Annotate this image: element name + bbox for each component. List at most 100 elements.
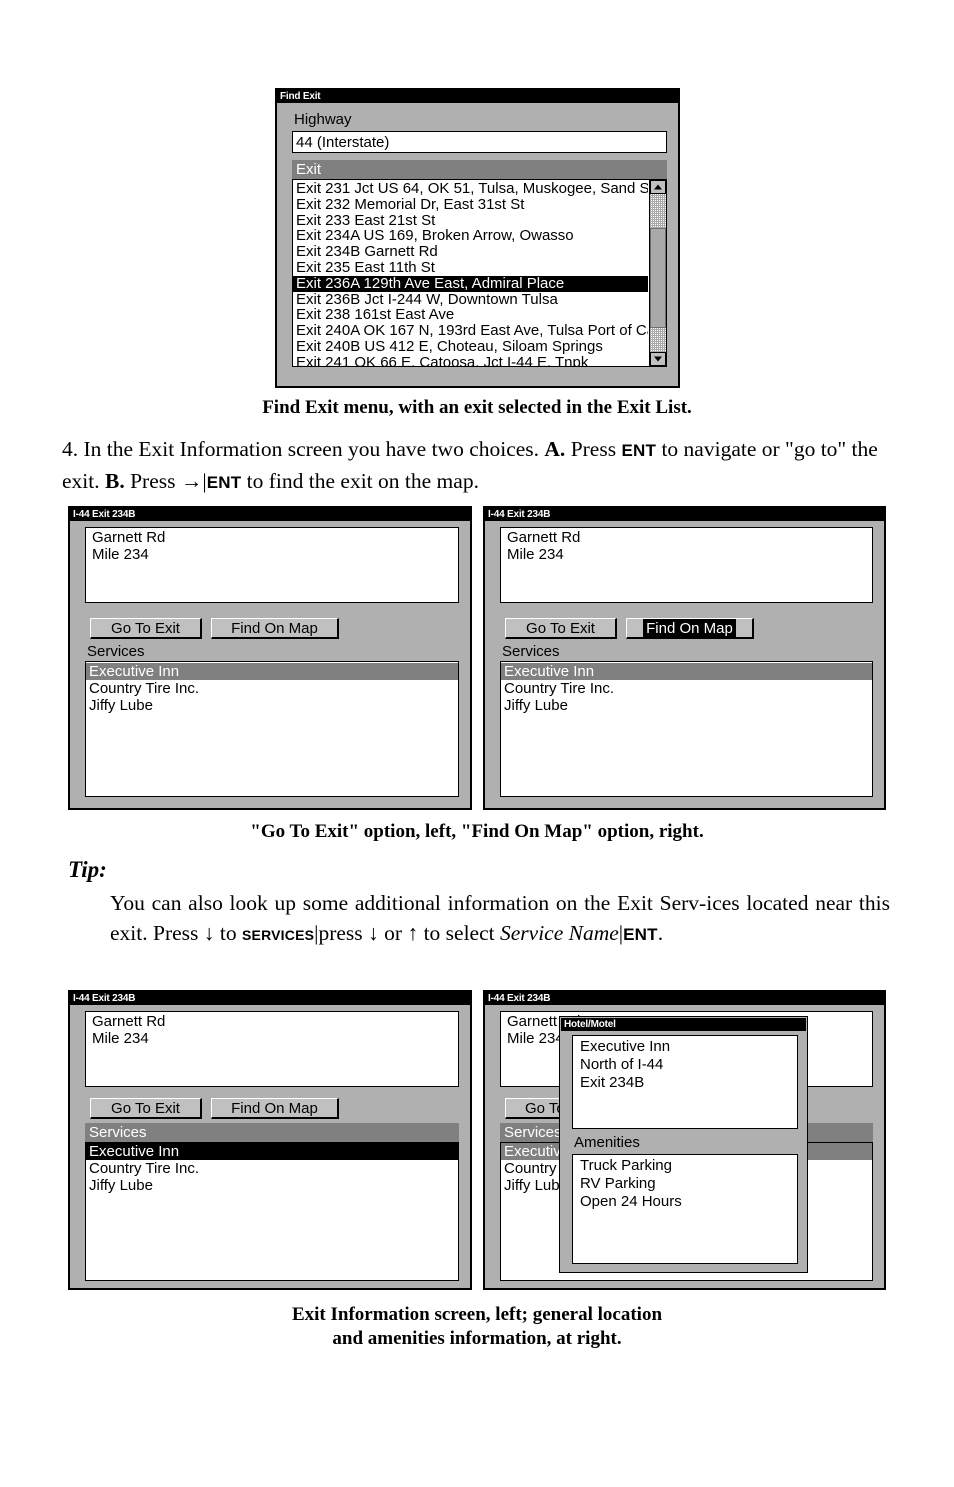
find-on-map-label: Find On Map: [643, 619, 736, 638]
caption-go-to-exit-find-on-map: "Go To Exit" option, left, "Find On Map"…: [250, 821, 704, 842]
tip-text-4: or: [378, 921, 408, 945]
exit-list-item[interactable]: Exit 231 Jct US 64, OK 51, Tulsa, Muskog…: [293, 181, 648, 197]
tip-paragraph: You can also look up some additional inf…: [110, 888, 890, 950]
amenities-list[interactable]: Truck Parking RV Parking Open 24 Hours: [572, 1154, 798, 1264]
exit-info-right-go-to-exit-button[interactable]: Go To Exit: [505, 618, 617, 639]
service-list-item[interactable]: Jiffy Lube: [501, 697, 872, 714]
services-left-detail-panel: Garnett Rd Mile 234: [85, 1011, 459, 1087]
exit-detail-line: Garnett Rd: [92, 1013, 166, 1030]
exit-info-right-find-on-map-button[interactable]: Find On Map: [626, 618, 754, 639]
services-left-go-to-exit-button[interactable]: Go To Exit: [90, 1098, 202, 1119]
step4-choice-a-letter: A.: [544, 437, 566, 461]
amenity-item: Open 24 Hours: [580, 1193, 682, 1210]
services-left-titlebar: I-44 Exit 234B: [70, 992, 470, 1005]
exit-info-left-services-list[interactable]: Executive Inn Country Tire Inc. Jiffy Lube: [85, 661, 459, 797]
tip-arrow-up-icon: ↑: [407, 921, 419, 945]
exit-info-right-services-label: Services: [502, 643, 560, 660]
exit-detail-line: Mile 234: [92, 1030, 149, 1047]
services-left-services-header: Services: [85, 1123, 459, 1142]
exit-list[interactable]: Exit 231 Jct US 64, OK 51, Tulsa, Muskog…: [292, 179, 667, 367]
exit-detail-line: Mile 234: [507, 546, 564, 563]
exit-list-item[interactable]: Exit 240A OK 167 N, 193rd East Ave, Tuls…: [293, 323, 648, 339]
exit-list-item[interactable]: Exit 233 East 21st St: [293, 213, 648, 229]
step4-choice-a-text1: Press: [565, 437, 622, 461]
service-list-item[interactable]: Executive Inn: [501, 663, 872, 680]
tip-heading: Tip:: [68, 857, 107, 882]
scroll-up-arrow-icon[interactable]: [650, 180, 666, 194]
tip-text-2: to: [214, 921, 242, 945]
caption-exit-information-line1: Exit Information screen, left; general l…: [291, 1304, 663, 1325]
tip-arrow-down-2-icon: ↓: [368, 921, 379, 945]
exit-info-left-detail-panel: Garnett Rd Mile 234: [85, 527, 459, 603]
hotel-motel-detail-panel: Executive Inn North of I-44 Exit 234B: [572, 1035, 798, 1129]
hotel-detail-line: Exit 234B: [580, 1074, 645, 1091]
exit-list-header-label: Exit: [296, 161, 322, 178]
service-list-item[interactable]: Jiffy Lube: [86, 697, 458, 714]
exit-info-right-screenshot: I-44 Exit 234B Garnett Rd Mile 234 Go To …: [483, 506, 886, 810]
amenity-item: Truck Parking: [580, 1157, 672, 1174]
exit-info-left-screenshot: I-44 Exit 234B Garnett Rd Mile 234 Go To …: [68, 506, 472, 810]
service-list-item[interactable]: Executive Inn: [86, 1143, 458, 1160]
services-left-services-list[interactable]: Executive Inn Country Tire Inc. Jiffy Lube: [85, 1142, 459, 1281]
exit-list-item[interactable]: Exit 234A US 169, Broken Arrow, Owasso: [293, 228, 648, 244]
service-list-item[interactable]: Country Tire Inc.: [501, 680, 872, 697]
tip-text-5: to select: [418, 921, 500, 945]
tip-ent-key: ENT: [623, 925, 658, 944]
go-to-exit-label: Go To Exit: [111, 620, 180, 637]
amenities-label: Amenities: [574, 1134, 640, 1151]
tip-service-name: Service Name: [500, 921, 619, 945]
service-list-item[interactable]: Jiffy Lube: [86, 1177, 458, 1194]
scrollbar-thumb[interactable]: [650, 228, 666, 328]
exit-list-scrollbar[interactable]: [649, 180, 666, 366]
exit-info-right-titlebar: I-44 Exit 234B: [485, 508, 884, 521]
hotel-motel-popup: Hotel/Motel Executive Inn North of I-44 Ex…: [559, 1016, 808, 1273]
services-right-titlebar: I-44 Exit 234B: [485, 992, 884, 1005]
exit-list-item[interactable]: Exit 234B Garnett Rd: [293, 244, 648, 260]
exit-detail-line: Mile 234: [92, 546, 149, 563]
exit-info-right-services-list[interactable]: Executive Inn Country Tire Inc. Jiffy Lube: [500, 661, 873, 797]
exit-info-left-go-to-exit-button[interactable]: Go To Exit: [90, 618, 202, 639]
amenity-item: RV Parking: [580, 1175, 656, 1192]
exit-list-item[interactable]: Exit 232 Memorial Dr, East 31st St: [293, 197, 648, 213]
hotel-detail-line: Executive Inn: [580, 1038, 671, 1055]
highway-value-text: 44 (Interstate): [296, 134, 390, 151]
service-list-item[interactable]: Country Tire Inc.: [86, 1160, 458, 1177]
services-screen-right-screenshot: I-44 Exit 234B Garnett Rd Mile 234 Go To …: [483, 990, 886, 1290]
services-left-find-on-map-button[interactable]: Find On Map: [211, 1098, 339, 1119]
exit-info-left-find-on-map-button[interactable]: Find On Map: [211, 618, 339, 639]
find-exit-screenshot: Find Exit Highway 44 (Interstate) Exit E…: [275, 88, 680, 388]
highway-label: Highway: [294, 111, 352, 128]
exit-list-item[interactable]: Exit 238 161st East Ave: [293, 307, 648, 323]
exit-list-header: Exit: [292, 160, 667, 179]
services-header-label: Services: [504, 1124, 562, 1141]
step-4-paragraph: 4. In the Exit Information screen you ha…: [62, 434, 894, 498]
exit-list-item[interactable]: Exit 236A 129th Ave East, Admiral Place: [293, 275, 648, 292]
step4-ent-key-a: ENT: [621, 441, 657, 460]
tip-services-key: SERVICES: [242, 927, 315, 943]
tip-text-6: .: [657, 921, 664, 945]
tip-arrow-down-1-icon: ↓: [203, 921, 215, 945]
exit-list-item[interactable]: Exit 235 East 11th St: [293, 260, 648, 276]
find-exit-titlebar: Find Exit: [277, 90, 678, 103]
go-to-exit-label: Go To Exit: [111, 1100, 180, 1117]
step4-right-arrow-icon: →: [180, 469, 203, 493]
caption-exit-information-line2: and amenities information, at right.: [332, 1328, 622, 1349]
scroll-down-arrow-icon[interactable]: [650, 352, 666, 366]
step4-lead: 4. In the Exit Information screen you ha…: [62, 437, 545, 461]
find-on-map-label: Find On Map: [231, 1100, 318, 1117]
services-header-label: Services: [89, 1124, 147, 1141]
exit-list-item[interactable]: Exit 241 OK 66 E, Catoosa, Jct I-44 E, T…: [293, 355, 648, 366]
service-list-item[interactable]: Country Tire Inc.: [86, 680, 458, 697]
highway-value-field[interactable]: 44 (Interstate): [292, 131, 667, 153]
exit-info-left-titlebar: I-44 Exit 234B: [70, 508, 470, 521]
hotel-detail-line: North of I-44: [580, 1056, 664, 1073]
caption-find-exit: Find Exit menu, with an exit selected in…: [262, 397, 692, 418]
find-on-map-label: Find On Map: [231, 620, 318, 637]
step4-choice-b-text1: Press: [124, 469, 181, 493]
exit-info-left-services-label: Services: [87, 643, 145, 660]
exit-list-item[interactable]: Exit 240B US 412 E, Choteau, Siloam Spri…: [293, 339, 648, 355]
exit-info-right-detail-panel: Garnett Rd Mile 234: [500, 527, 873, 603]
tip-text-3: press: [318, 921, 369, 945]
service-list-item[interactable]: Executive Inn: [86, 663, 458, 680]
exit-list-item[interactable]: Exit 236B Jct I-244 W, Downtown Tulsa: [293, 292, 648, 308]
